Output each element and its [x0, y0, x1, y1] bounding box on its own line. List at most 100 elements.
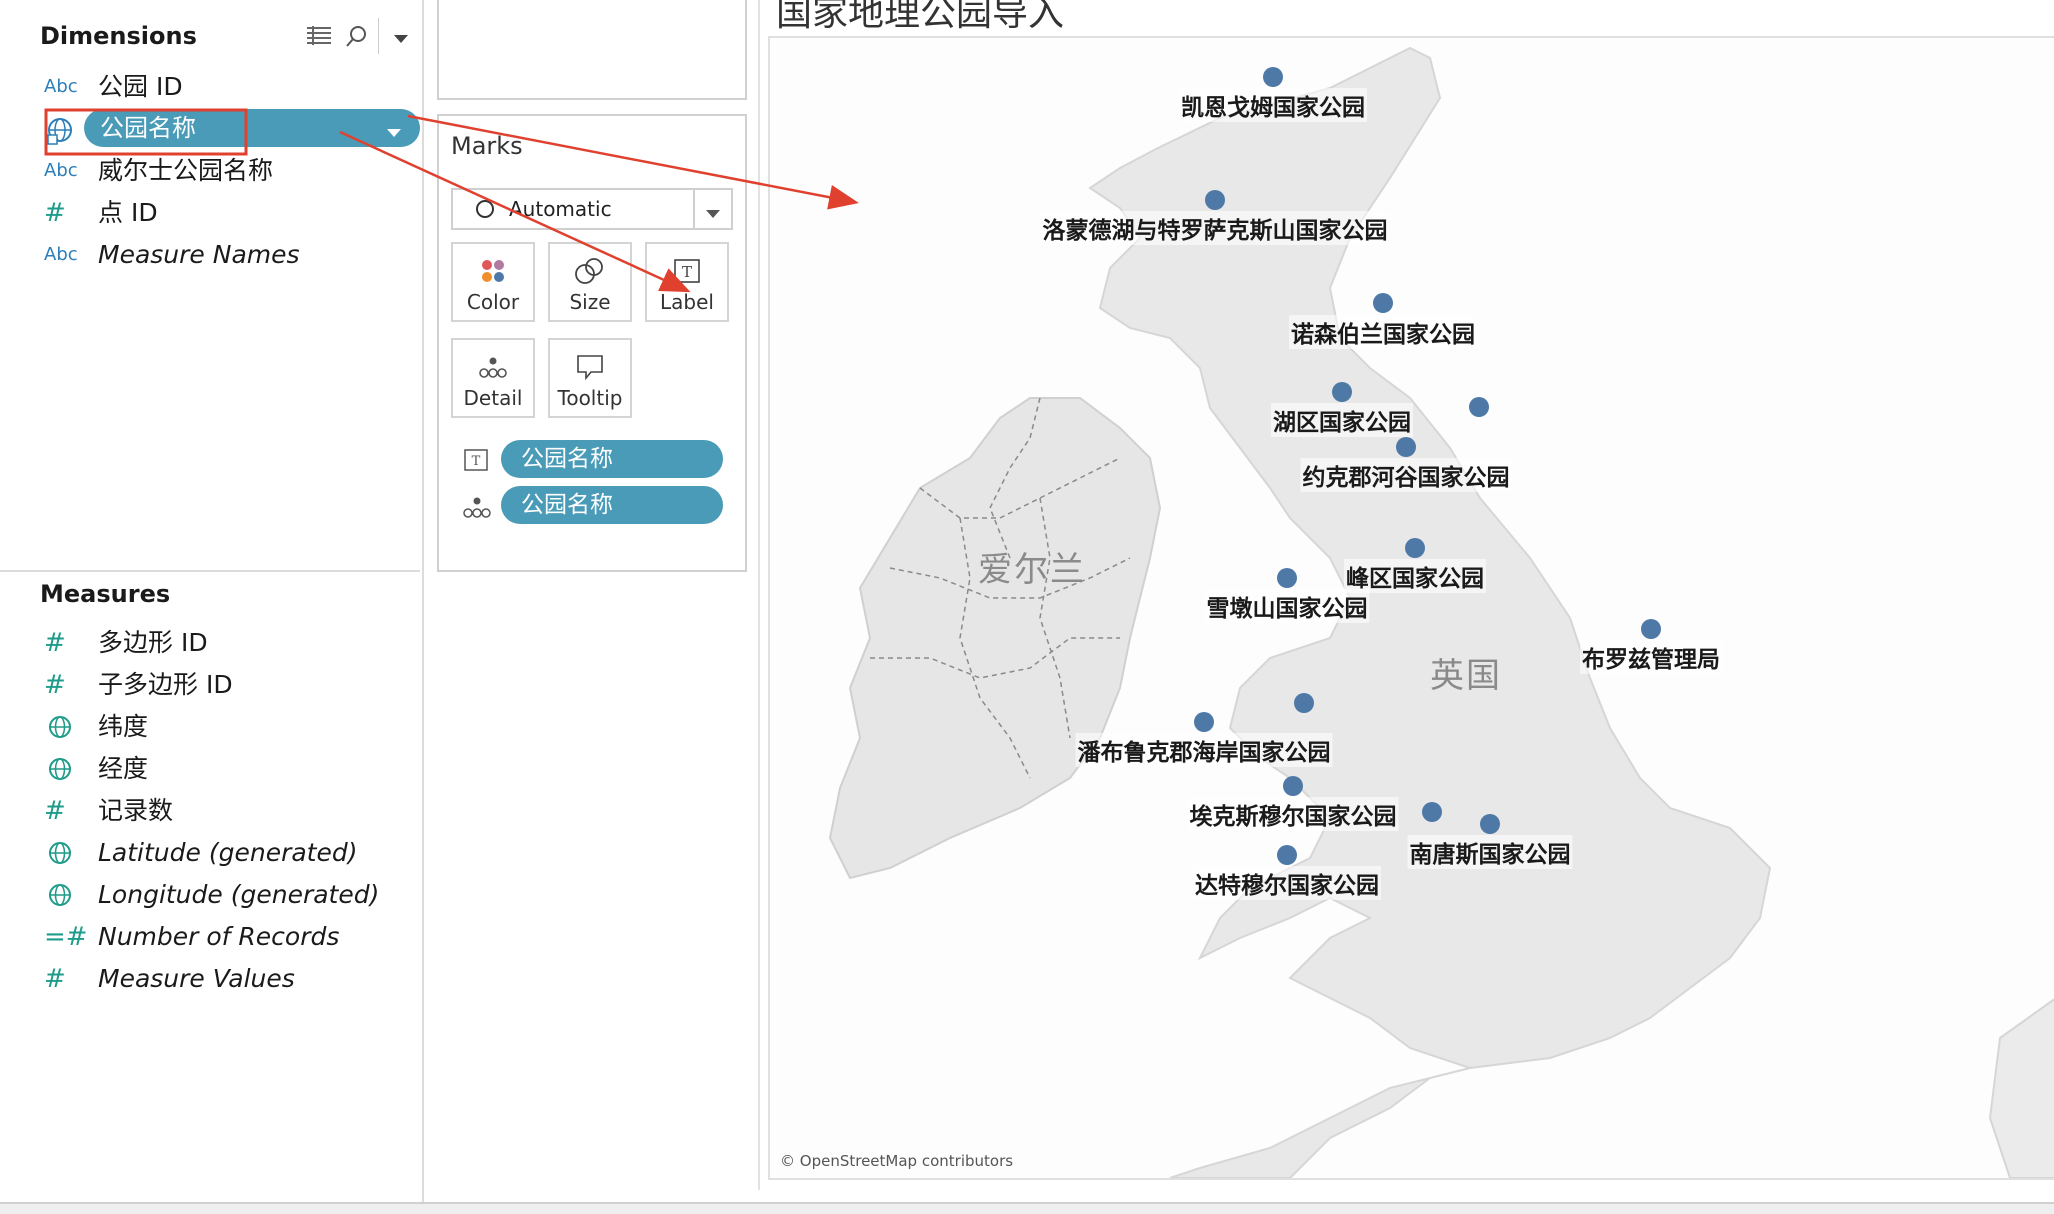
pill-label: 公园名称: [521, 492, 613, 518]
map-view[interactable]: 爱尔兰 英国 凯恩戈姆国家公园 洛蒙德湖与特罗萨克斯山国家公园 诺森伯兰国家公园…: [768, 36, 2054, 1180]
dimensions-title: Dimensions: [40, 22, 197, 50]
label-pill[interactable]: 公园名称: [501, 440, 723, 478]
sheet-tab-bar[interactable]: [0, 1202, 2054, 1214]
tooltip-button[interactable]: Tooltip: [548, 338, 632, 418]
park-point[interactable]: [1641, 619, 1661, 639]
field-label: Measure Values: [98, 964, 295, 993]
color-icon: [453, 256, 533, 290]
field-label: 多边形 ID: [98, 628, 208, 657]
park-point[interactable]: [1469, 397, 1489, 417]
field-label: 公园名称: [100, 114, 196, 142]
park-point[interactable]: [1332, 382, 1352, 402]
dropdown-divider: [693, 190, 695, 228]
list-view-icon[interactable]: [305, 24, 333, 46]
park-label: 峰区国家公园: [1344, 559, 1486, 593]
size-button-label: Size: [569, 290, 611, 314]
svg-text:T: T: [472, 454, 481, 469]
filters-shelf[interactable]: [437, 0, 747, 100]
dimension-field-park-id[interactable]: Abc 公园 ID: [0, 66, 420, 108]
dimension-field-measure-names[interactable]: Abc Measure Names: [0, 234, 420, 276]
park-label: 雪墩山国家公园: [1204, 589, 1370, 623]
field-label: 子多边形 ID: [98, 670, 233, 699]
string-type-icon: Abc: [44, 244, 78, 265]
size-icon: [550, 256, 630, 290]
dimension-field-park-name[interactable]: 公园名称: [0, 108, 420, 150]
tooltip-button-label: Tooltip: [557, 386, 623, 410]
detail-icon: [461, 494, 493, 524]
park-point[interactable]: [1263, 67, 1283, 87]
mark-type-dropdown[interactable]: Automatic: [451, 188, 733, 230]
pill-label: 公园名称: [521, 446, 613, 472]
park-point[interactable]: [1294, 693, 1314, 713]
detail-icon: [453, 352, 533, 386]
park-point[interactable]: [1480, 814, 1500, 834]
park-label: 南唐斯国家公园: [1407, 835, 1573, 869]
measure-field-longitude-generated[interactable]: Longitude (generated): [0, 874, 420, 916]
number-type-icon: #: [44, 796, 66, 826]
string-type-icon: Abc: [44, 76, 78, 97]
dimension-field-point-id[interactable]: # 点 ID: [0, 192, 420, 234]
park-label: 达特穆尔国家公园: [1193, 866, 1381, 900]
measure-field-number-of-records[interactable]: =# Number of Records: [0, 916, 420, 958]
field-label: Longitude (generated): [98, 880, 380, 909]
measure-field-sub-polygon-id[interactable]: # 子多边形 ID: [0, 664, 420, 706]
measure-field-record-count[interactable]: # 记录数: [0, 790, 420, 832]
calc-number-type-icon: =#: [44, 922, 88, 952]
measure-field-longitude[interactable]: 经度: [0, 748, 420, 790]
park-point[interactable]: [1277, 845, 1297, 865]
park-label: 约克郡河谷国家公园: [1300, 458, 1512, 492]
park-point[interactable]: [1205, 190, 1225, 210]
number-type-icon: #: [44, 198, 66, 228]
globe-icon: [48, 757, 72, 785]
search-icon[interactable]: [344, 24, 368, 48]
globe-icon: [48, 883, 72, 911]
park-label: 诺森伯兰国家公园: [1289, 315, 1477, 349]
park-point[interactable]: [1396, 437, 1416, 457]
measure-field-measure-values[interactable]: # Measure Values: [0, 958, 420, 1000]
chevron-down-icon[interactable]: [392, 30, 410, 43]
park-point[interactable]: [1283, 776, 1303, 796]
park-point[interactable]: [1405, 538, 1425, 558]
color-button[interactable]: Color: [451, 242, 535, 322]
measure-field-latitude-generated[interactable]: Latitude (generated): [0, 832, 420, 874]
basemap: [828, 46, 2054, 1178]
field-label: 记录数: [98, 796, 174, 825]
label-button-label: Label: [660, 290, 714, 314]
marks-card: Marks Automatic Color Size T Label Detai…: [437, 114, 747, 572]
park-label: 潘布鲁克郡海岸国家公园: [1075, 733, 1333, 767]
field-label: 经度: [98, 754, 149, 783]
tooltip-icon: [550, 352, 630, 386]
svg-text:T: T: [682, 263, 692, 281]
field-label: Number of Records: [98, 922, 340, 951]
number-type-icon: #: [44, 964, 66, 994]
circle-mark-icon: [475, 199, 495, 223]
park-point[interactable]: [1194, 712, 1214, 732]
mark-type-label: Automatic: [509, 197, 612, 221]
data-pane: Dimensions Abc 公园 ID 公园名称 Abc 威尔士公园名称 # …: [0, 0, 424, 1202]
label-icon: T: [463, 448, 489, 476]
marks-title: Marks: [451, 132, 523, 160]
country-label-uk: 英国: [1430, 656, 1502, 696]
number-type-icon: #: [44, 670, 66, 700]
chevron-down-icon[interactable]: [386, 123, 402, 142]
pane-divider: [0, 570, 420, 572]
country-label-ireland: 爱尔兰: [978, 550, 1086, 590]
park-label: 洛蒙德湖与特罗萨克斯山国家公园: [1040, 211, 1390, 245]
field-label: Measure Names: [98, 240, 300, 269]
geo-globe-icon: [44, 116, 74, 146]
park-label: 埃克斯穆尔国家公园: [1187, 797, 1399, 831]
measure-field-latitude[interactable]: 纬度: [0, 706, 420, 748]
dimension-field-welsh-park-name[interactable]: Abc 威尔士公园名称: [0, 150, 420, 192]
park-point[interactable]: [1277, 568, 1297, 588]
park-point[interactable]: [1373, 293, 1393, 313]
label-button[interactable]: T Label: [645, 242, 729, 322]
park-point[interactable]: [1422, 802, 1442, 822]
number-type-icon: #: [44, 628, 66, 658]
detail-button[interactable]: Detail: [451, 338, 535, 418]
string-type-icon: Abc: [44, 160, 78, 181]
size-button[interactable]: Size: [548, 242, 632, 322]
measure-field-polygon-id[interactable]: # 多边形 ID: [0, 622, 420, 664]
detail-pill[interactable]: 公园名称: [501, 486, 723, 524]
toolbar-divider: [378, 18, 379, 54]
selected-field-pill[interactable]: 公园名称: [84, 109, 420, 147]
